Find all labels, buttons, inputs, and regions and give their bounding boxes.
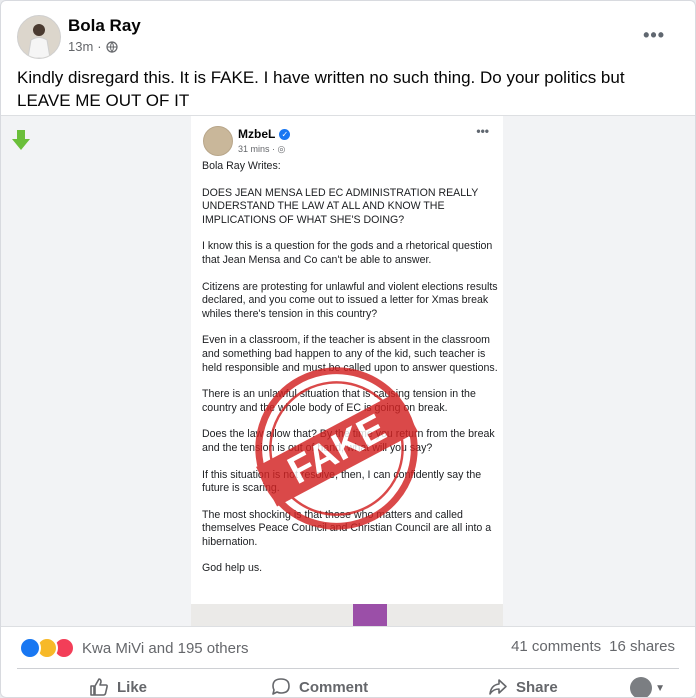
- reaction-summary[interactable]: Kwa MiVi and 195 others: [19, 637, 249, 659]
- shared-more-icon: •••: [476, 124, 489, 138]
- screenshot-document: MzbeL ✓ 31 mins · ◎ ••• Bola Ray Writes:…: [191, 116, 503, 626]
- audience-selector[interactable]: ▼: [630, 677, 665, 697]
- like-icon: [19, 637, 41, 659]
- shared-paragraph: There is an unlawful situation that is c…: [202, 388, 476, 414]
- shared-paragraph: DOES JEAN MENSA LED EC ADMINISTRATION RE…: [202, 186, 479, 226]
- verified-badge-icon: ✓: [279, 128, 291, 140]
- embedded-photo: [191, 604, 503, 626]
- shared-time-text: 31 mins: [238, 144, 270, 154]
- author-name[interactable]: Bola Ray: [68, 16, 141, 36]
- share-count[interactable]: 16 shares: [609, 638, 675, 655]
- post-card: Bola Ray 13m · ••• Kindly disregard this…: [0, 0, 696, 698]
- viewer-avatar: [630, 677, 653, 697]
- post-caption: Kindly disregard this. It is FAKE. I hav…: [17, 68, 625, 110]
- reaction-text[interactable]: Kwa MiVi and 195 others: [82, 640, 249, 657]
- globe-icon: [106, 40, 118, 53]
- comment-icon: [272, 678, 290, 695]
- shared-post-text: Bola Ray Writes: DOES JEAN MENSA LED EC …: [202, 160, 498, 589]
- action-bar: Like Comment Share ▼: [1, 673, 695, 697]
- engagement-counts: 41 comments 16 shares: [511, 638, 675, 655]
- share-label: Share: [516, 678, 558, 696]
- shared-paragraph: God help us.: [202, 562, 263, 575]
- shared-paragraph: The most shocking is that those who matt…: [202, 508, 492, 548]
- author-avatar[interactable]: [17, 15, 61, 59]
- shared-time: 31 mins · ◎: [238, 144, 286, 154]
- shared-paragraph: Does the law allow that? By the time you…: [202, 428, 495, 454]
- shared-image[interactable]: MzbeL ✓ 31 mins · ◎ ••• Bola Ray Writes:…: [1, 115, 695, 627]
- comment-count[interactable]: 41 comments: [511, 638, 601, 655]
- shared-paragraph: I know this is a question for the gods a…: [202, 240, 493, 266]
- shared-author: MzbeL ✓: [238, 127, 291, 141]
- comment-button[interactable]: Comment: [271, 677, 368, 697]
- divider: [17, 668, 679, 669]
- chevron-down-icon: ▼: [655, 682, 665, 694]
- download-arrow-icon: [12, 130, 30, 150]
- like-label: Like: [117, 678, 148, 696]
- thumbs-up-icon: [90, 678, 108, 696]
- shared-paragraph: If this situation is not resolve, then, …: [202, 468, 482, 495]
- shared-globe-icon: ◎: [277, 144, 286, 154]
- share-arrow-icon: [489, 679, 507, 695]
- like-button[interactable]: Like: [89, 677, 147, 697]
- shared-paragraph: Citizens are protesting for unlawful and…: [202, 280, 498, 320]
- shared-paragraph: Even in a classroom, if the teacher is a…: [202, 334, 498, 374]
- shared-author-avatar: [203, 126, 233, 156]
- person-icon: [18, 16, 60, 58]
- shared-author-name: MzbeL: [238, 127, 276, 141]
- share-button[interactable]: Share: [488, 677, 558, 697]
- post-time[interactable]: 13m: [68, 39, 93, 54]
- post-meta: 13m ·: [68, 39, 118, 54]
- shared-paragraph: Bola Ray Writes:: [202, 160, 281, 172]
- comment-label: Comment: [299, 678, 369, 696]
- more-options-icon[interactable]: •••: [643, 25, 665, 46]
